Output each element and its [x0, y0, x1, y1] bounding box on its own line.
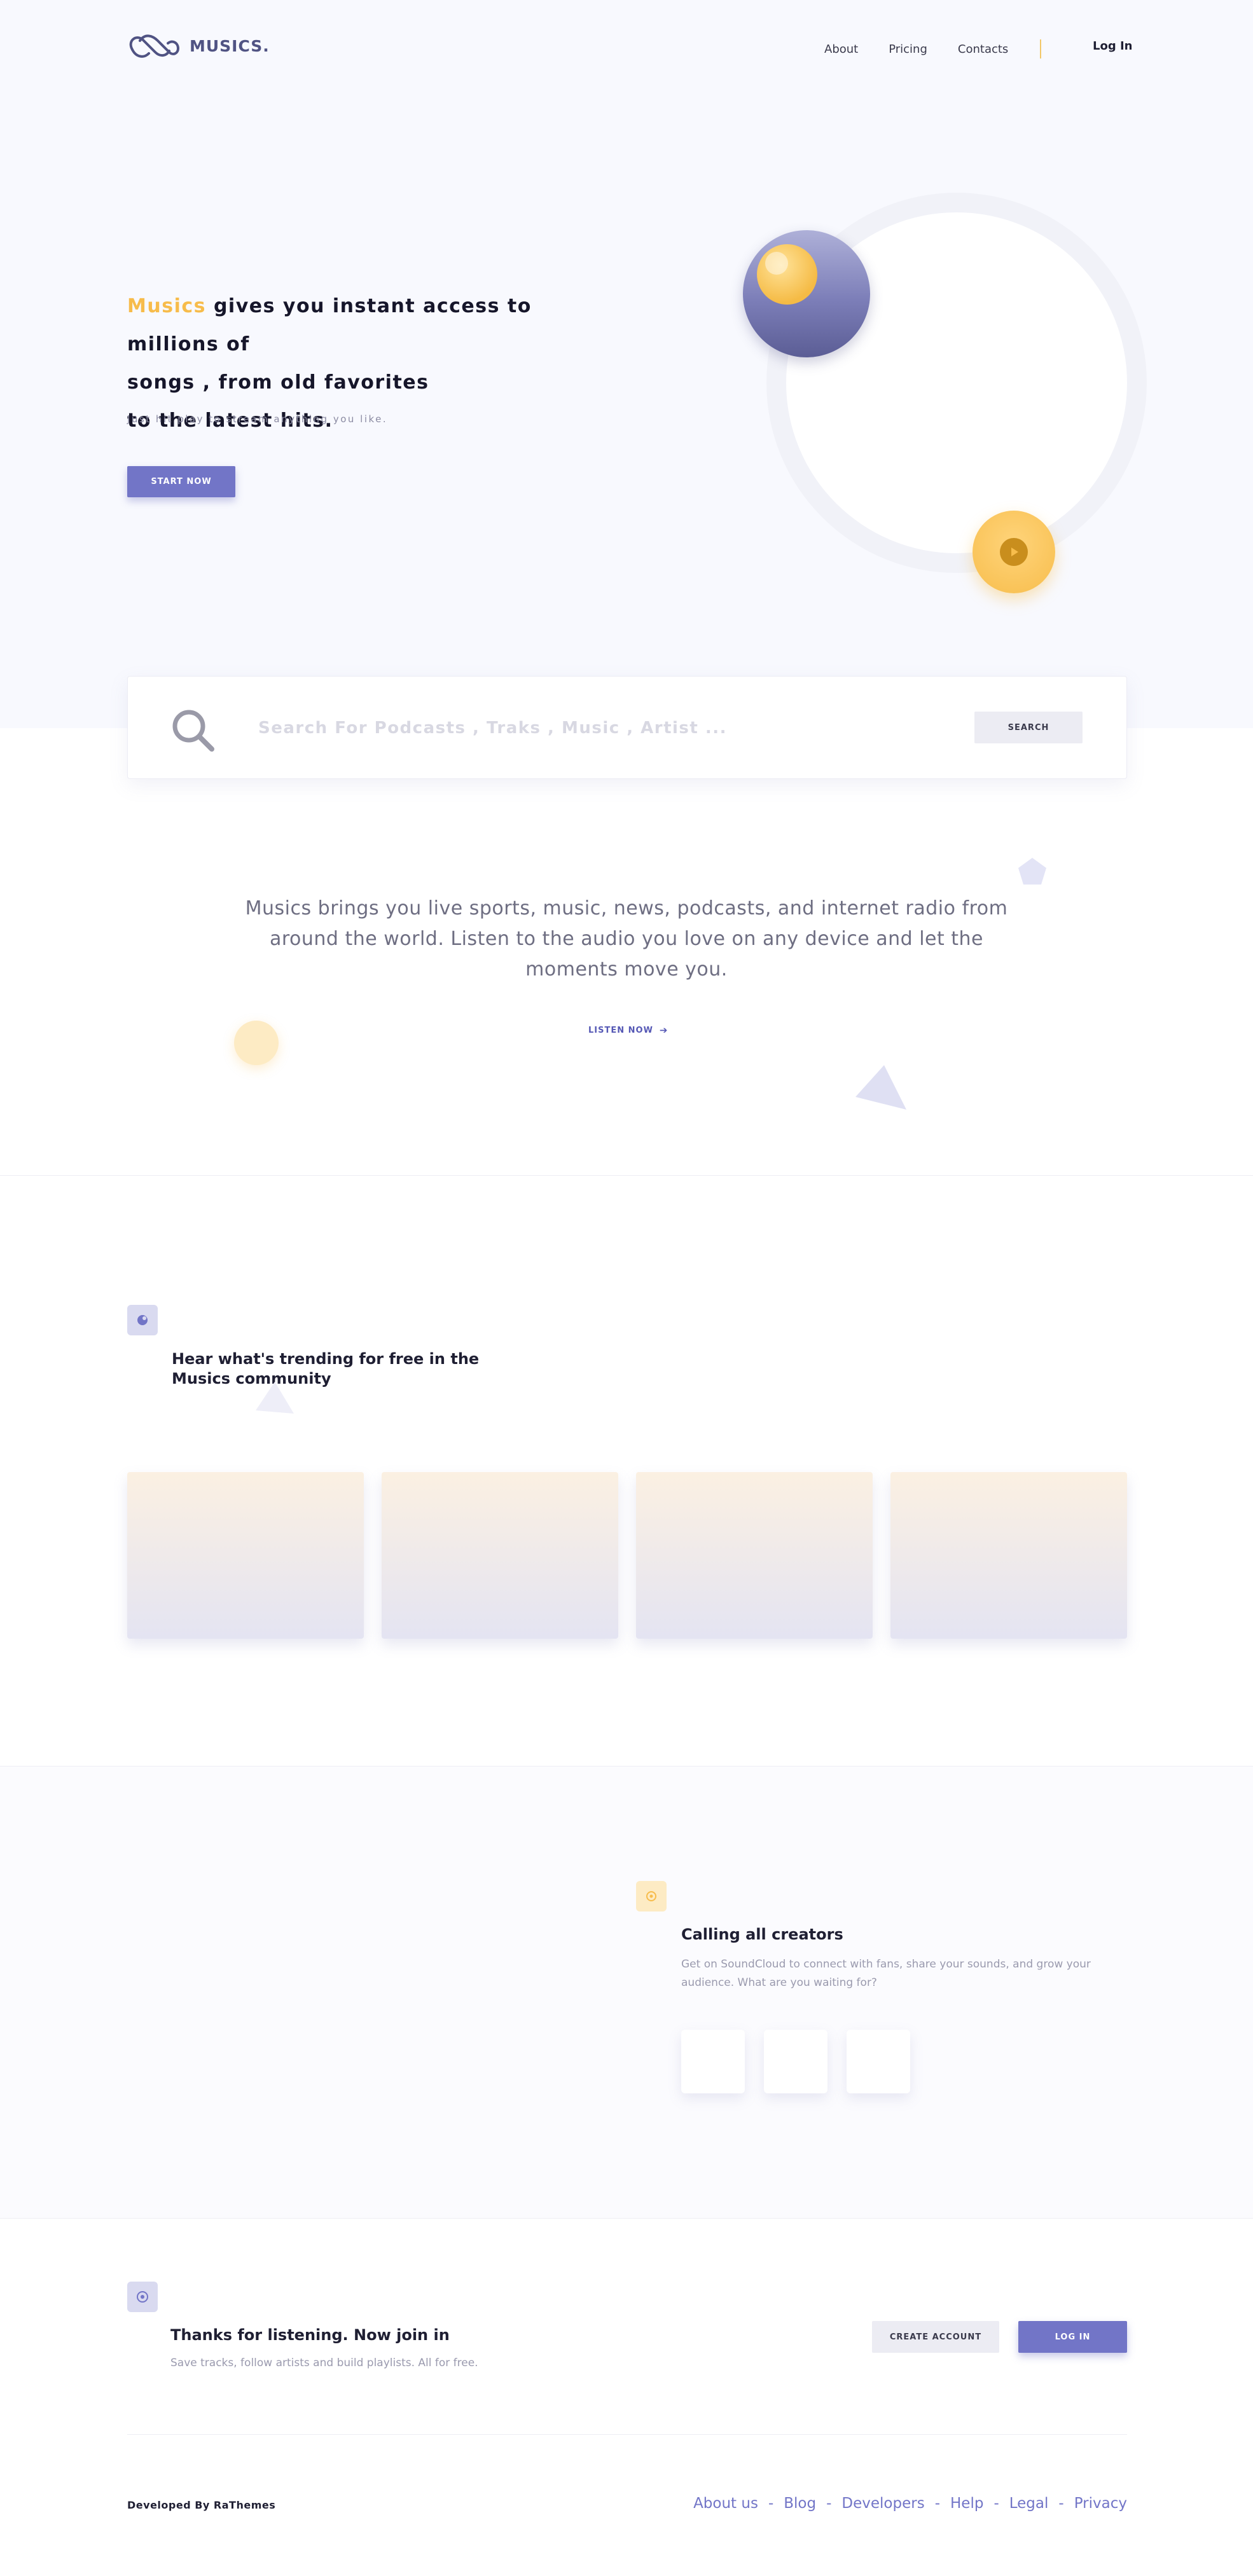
creators-title: Calling all creators	[681, 1925, 843, 1943]
footer-separator: -	[826, 2495, 832, 2512]
planet-shine	[765, 252, 788, 275]
section-divider	[0, 2218, 1253, 2219]
header: MUSICS. About Pricing Contacts Log In	[0, 0, 1253, 95]
planet-core	[757, 244, 817, 305]
creator-tile[interactable]	[681, 2030, 745, 2093]
pentagon-decoration	[1018, 858, 1046, 885]
creators-section	[0, 1767, 1253, 2218]
footer-link-help[interactable]: Help	[950, 2495, 983, 2512]
search-icon[interactable]	[170, 707, 216, 753]
logo-icon	[129, 34, 179, 58]
developed-by: Developed By RaThemes	[127, 2499, 276, 2511]
start-now-button[interactable]: START NOW	[127, 466, 235, 497]
play-button[interactable]	[973, 511, 1055, 593]
trending-card[interactable]	[127, 1472, 364, 1639]
trending-title: Hear what's trending for free in the Mus…	[172, 1350, 480, 1388]
hero-highlight: Musics	[127, 295, 206, 317]
join-title: Thanks for listening. Now join in	[170, 2326, 450, 2344]
triangle-decoration	[256, 1382, 294, 1414]
listen-now-link[interactable]: LISTEN NOW ➔	[588, 1024, 668, 1036]
search-button[interactable]: SEARCH	[974, 712, 1083, 743]
footer-link-blog[interactable]: Blog	[784, 2495, 816, 2512]
creators-icon	[636, 1881, 667, 1911]
create-account-button[interactable]: CREATE ACCOUNT	[872, 2321, 999, 2353]
footer-separator: -	[934, 2495, 940, 2512]
nav-contacts[interactable]: Contacts	[958, 43, 1008, 56]
brand-name: MUSICS.	[190, 36, 270, 55]
trending-card[interactable]	[382, 1472, 618, 1639]
circle-decoration	[234, 1021, 279, 1065]
triangle-decoration	[855, 1065, 906, 1110]
logo[interactable]: MUSICS.	[127, 28, 270, 64]
trending-card[interactable]	[636, 1472, 873, 1639]
search-input[interactable]	[258, 712, 894, 744]
footer-separator: -	[1058, 2495, 1064, 2512]
nav-about[interactable]: About	[824, 43, 858, 56]
footer-divider	[127, 2434, 1127, 2435]
join-description: Save tracks, follow artists and build pl…	[170, 2357, 478, 2369]
trending-icon	[127, 1305, 158, 1335]
nav-divider	[1040, 39, 1042, 59]
footer-link-developers[interactable]: Developers	[841, 2495, 924, 2512]
join-icon	[127, 2282, 158, 2312]
trending-card[interactable]	[890, 1472, 1127, 1639]
footer-link-about[interactable]: About us	[693, 2495, 758, 2512]
section-divider	[0, 1175, 1253, 1176]
creator-tile[interactable]	[764, 2030, 827, 2093]
play-icon	[1000, 538, 1028, 566]
hero-line-2: songs , from old favorites	[127, 371, 429, 394]
login-link[interactable]: Log In	[1093, 39, 1133, 53]
main-nav: About Pricing Contacts	[824, 39, 1042, 59]
footer-link-privacy[interactable]: Privacy	[1074, 2495, 1127, 2512]
login-button[interactable]: LOG IN	[1018, 2321, 1127, 2353]
footer-link-legal[interactable]: Legal	[1009, 2495, 1049, 2512]
creators-description: Get on SoundCloud to connect with fans, …	[681, 1958, 1091, 1989]
search-box: SEARCH	[127, 676, 1127, 779]
listen-now-label: LISTEN NOW	[588, 1025, 653, 1035]
footer-links: About us - Blog - Developers - Help - Le…	[693, 2495, 1127, 2512]
footer-separator: -	[993, 2495, 999, 2512]
arrow-right-icon: ➔	[659, 1024, 668, 1036]
intro-text: Musics brings you live sports, music, ne…	[245, 897, 1008, 981]
footer-separator: -	[768, 2495, 774, 2512]
hero-subtitle: Just hit play to stream anything you lik…	[127, 413, 388, 425]
creator-tile[interactable]	[847, 2030, 910, 2093]
nav-pricing[interactable]: Pricing	[889, 43, 927, 56]
